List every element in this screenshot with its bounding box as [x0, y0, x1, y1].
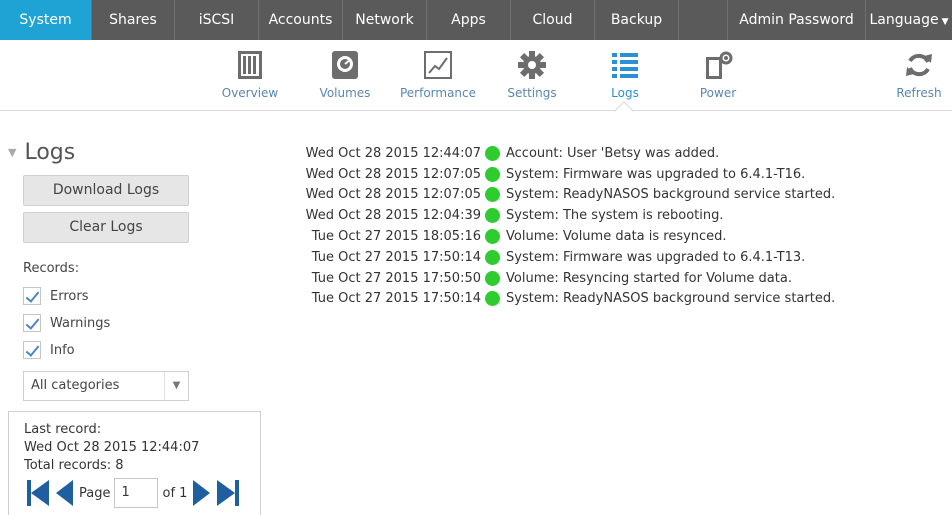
- log-message: Account: User 'Betsy was added.: [506, 145, 720, 161]
- subnav-power[interactable]: Power: [673, 50, 763, 100]
- log-row: Wed Oct 28 2015 12:04:39 System: The sys…: [282, 205, 942, 226]
- last-record-value: Wed Oct 28 2015 12:44:07: [24, 440, 200, 455]
- log-list: Wed Oct 28 2015 12:44:07 Account: User '…: [282, 143, 942, 309]
- record-info-box: Last record: Wed Oct 28 2015 12:44:07 To…: [8, 411, 261, 515]
- performance-icon: [424, 51, 452, 79]
- log-timestamp: Tue Oct 27 2015 17:50:14: [311, 249, 481, 265]
- status-ok-icon: [485, 249, 500, 265]
- tab-iscsi[interactable]: iSCSI: [175, 0, 259, 40]
- log-message: System: ReadyNASOS background service st…: [506, 187, 836, 203]
- total-records: Total records: 8: [24, 458, 124, 473]
- info-checkbox[interactable]: Info: [23, 341, 75, 359]
- log-row: Tue Oct 27 2015 17:50:50 Volume: Resynci…: [282, 268, 942, 289]
- volumes-icon: [332, 51, 358, 79]
- log-message: System: ReadyNASOS background service st…: [506, 291, 836, 307]
- status-ok-icon: [485, 166, 500, 182]
- next-page-icon[interactable]: [191, 479, 211, 507]
- subnav-overview[interactable]: Overview: [205, 50, 295, 100]
- first-page-icon[interactable]: [27, 479, 49, 507]
- checkbox-label: Info: [50, 342, 75, 358]
- language-label: Language: [869, 12, 939, 28]
- caret-down-icon: ▼: [941, 17, 949, 27]
- tab-apps[interactable]: Apps: [427, 0, 511, 40]
- log-timestamp: Wed Oct 28 2015 12:07:05: [305, 187, 481, 203]
- tab-system[interactable]: System: [0, 0, 92, 40]
- chevron-down-icon: ▼: [164, 372, 188, 400]
- refresh-icon: [906, 53, 932, 77]
- log-row: Wed Oct 28 2015 12:07:05 System: Firmwar…: [282, 164, 942, 185]
- log-row: Wed Oct 28 2015 12:44:07 Account: User '…: [282, 143, 942, 164]
- gear-icon: [518, 51, 546, 79]
- download-logs-button[interactable]: Download Logs: [23, 175, 189, 206]
- log-timestamp: Tue Oct 27 2015 17:50:14: [311, 291, 481, 307]
- refresh-button[interactable]: Refresh: [884, 50, 952, 100]
- log-message: System: The system is rebooting.: [506, 208, 724, 224]
- log-timestamp: Tue Oct 27 2015 17:50:50: [311, 270, 481, 286]
- last-page-icon[interactable]: [217, 479, 240, 507]
- category-select[interactable]: All categories ▼: [23, 371, 189, 401]
- page-input[interactable]: 1: [114, 478, 159, 508]
- power-icon: [706, 51, 733, 79]
- logs-icon: [612, 53, 638, 78]
- log-row: Tue Oct 27 2015 18:05:16 Volume: Volume …: [282, 226, 942, 247]
- pager: Page 1 of 1: [27, 478, 240, 508]
- log-row: Tue Oct 27 2015 17:50:14 System: ReadyNA…: [282, 289, 942, 310]
- clear-logs-button[interactable]: Clear Logs: [23, 212, 189, 243]
- tab-accounts[interactable]: Accounts: [259, 0, 343, 40]
- page-title: Logs: [24, 140, 76, 165]
- prev-page-icon[interactable]: [55, 479, 75, 507]
- checkbox-label: Warnings: [50, 315, 111, 331]
- status-ok-icon: [485, 208, 500, 224]
- warnings-checkbox[interactable]: Warnings: [23, 314, 110, 332]
- status-ok-icon: [485, 229, 500, 245]
- nav-spacer: [679, 0, 728, 40]
- last-record-label: Last record:: [24, 422, 102, 437]
- subnav-settings[interactable]: Settings: [487, 50, 577, 100]
- checkmark-icon: [23, 341, 41, 359]
- subnav-label: Refresh: [896, 86, 942, 100]
- subnav-label: Logs: [611, 86, 639, 100]
- subnav-volumes[interactable]: Volumes: [300, 50, 390, 100]
- subnav-performance[interactable]: Performance: [393, 50, 483, 100]
- status-ok-icon: [485, 291, 500, 307]
- status-ok-icon: [485, 187, 500, 203]
- checkmark-icon: [23, 314, 41, 332]
- log-timestamp: Tue Oct 27 2015 18:05:16: [311, 229, 481, 245]
- checkbox-label: Errors: [50, 288, 89, 304]
- status-ok-icon: [485, 145, 500, 161]
- page-of-label: of 1: [162, 485, 188, 501]
- subnav-logs[interactable]: Logs: [580, 50, 670, 100]
- log-message: Volume: Resyncing started for Volume dat…: [506, 270, 792, 286]
- language-menu[interactable]: Language ▼: [866, 0, 952, 40]
- subnav-label: Power: [699, 86, 737, 100]
- log-timestamp: Wed Oct 28 2015 12:07:05: [305, 166, 481, 182]
- tab-shares[interactable]: Shares: [92, 0, 175, 40]
- subnav-label: Volumes: [319, 86, 371, 100]
- page-label: Page: [79, 485, 111, 501]
- subnav-label: Performance: [399, 86, 477, 100]
- checkmark-icon: [23, 287, 41, 305]
- log-message: Volume: Volume data is resynced.: [506, 229, 727, 245]
- log-message: System: Firmware was upgraded to 6.4.1-T…: [506, 166, 806, 182]
- errors-checkbox[interactable]: Errors: [23, 287, 88, 305]
- log-timestamp: Wed Oct 28 2015 12:44:07: [305, 145, 481, 161]
- log-timestamp: Wed Oct 28 2015 12:04:39: [305, 208, 481, 224]
- log-row: Tue Oct 27 2015 17:50:14 System: Firmwar…: [282, 247, 942, 268]
- overview-icon: [238, 51, 262, 79]
- status-ok-icon: [485, 270, 500, 286]
- tab-cloud[interactable]: Cloud: [511, 0, 595, 40]
- log-row: Wed Oct 28 2015 12:07:05 System: ReadyNA…: [282, 185, 942, 206]
- tab-backup[interactable]: Backup: [595, 0, 679, 40]
- logs-heading[interactable]: ▼ Logs: [8, 140, 75, 165]
- category-selected: All categories: [31, 378, 120, 393]
- subnav-label: Settings: [507, 86, 557, 100]
- top-nav: System Shares iSCSI Accounts Network App…: [0, 0, 952, 40]
- log-message: System: Firmware was upgraded to 6.4.1-T…: [506, 249, 806, 265]
- collapse-triangle-icon: ▼: [8, 146, 17, 159]
- admin-password-button[interactable]: Admin Password: [728, 0, 866, 40]
- tab-network[interactable]: Network: [343, 0, 427, 40]
- records-label: Records:: [23, 261, 80, 276]
- sub-nav: Overview Volumes Performance Settings Lo…: [0, 40, 952, 111]
- subnav-label: Overview: [221, 86, 279, 100]
